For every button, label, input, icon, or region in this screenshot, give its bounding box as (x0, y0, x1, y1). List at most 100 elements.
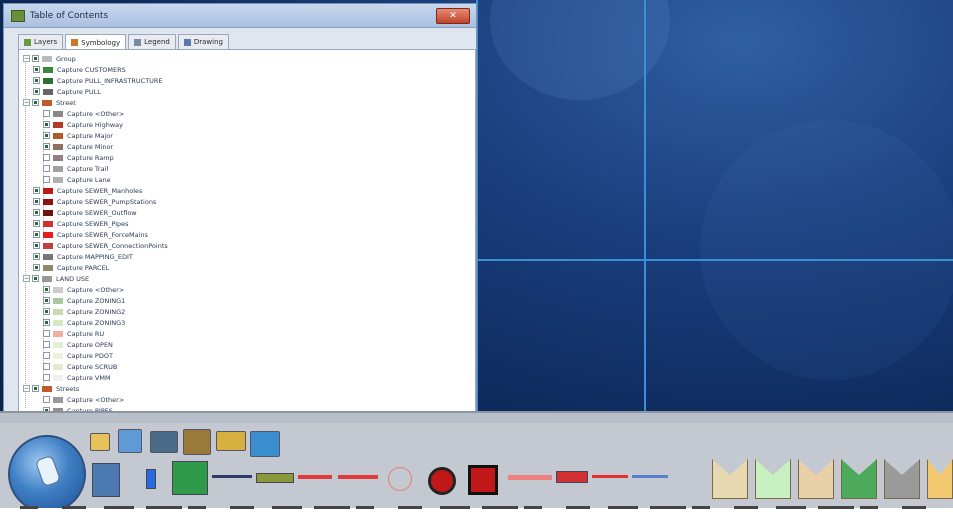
layer-row[interactable]: Capture SEWER_ConnectionPoints (33, 240, 168, 251)
layer-row[interactable]: Capture SEWER_Pipes (33, 218, 129, 229)
red-dash2-icon[interactable] (338, 475, 378, 479)
close-button[interactable]: ✕ (436, 8, 470, 24)
layer-row[interactable]: Capture Lane (43, 174, 111, 185)
green-gate-icon[interactable] (172, 461, 208, 495)
layer-visibility-checkbox[interactable] (43, 132, 50, 139)
layer-visibility-checkbox[interactable] (43, 154, 50, 161)
layer-row[interactable]: Capture RU (43, 328, 104, 339)
layer-visibility-checkbox[interactable] (43, 341, 50, 348)
layer-row[interactable]: Capture Ramp (43, 152, 114, 163)
parcel-gray-icon[interactable] (884, 459, 920, 499)
pink-line-icon[interactable] (508, 475, 552, 480)
tab-legend[interactable]: Legend (128, 34, 176, 49)
red-square-icon[interactable] (468, 465, 498, 495)
expand-toggle-icon[interactable]: − (23, 385, 30, 392)
crosshair-icon[interactable] (388, 467, 412, 491)
layer-row[interactable]: Capture SEWER_Outflow (33, 207, 137, 218)
olive-bar-icon[interactable] (256, 473, 294, 483)
layer-visibility-checkbox[interactable] (33, 220, 40, 227)
layer-visibility-checkbox[interactable] (33, 66, 40, 73)
red-circle-icon[interactable] (428, 467, 456, 495)
tab-layers[interactable]: Layers (18, 34, 64, 49)
layer-row[interactable]: Capture SEWER_PumpStations (33, 196, 156, 207)
layer-row[interactable]: Capture Minor (43, 141, 113, 152)
layer-row[interactable]: Capture <Other> (43, 284, 124, 295)
tab-symbology[interactable]: Symbology (65, 34, 127, 50)
screen-icon[interactable] (250, 431, 280, 457)
layer-visibility-checkbox[interactable] (32, 55, 39, 62)
edit-tool-icon[interactable] (183, 429, 211, 455)
layer-visibility-checkbox[interactable] (32, 275, 39, 282)
expand-toggle-icon[interactable]: − (23, 55, 30, 62)
layer-row[interactable]: Capture SEWER_ForceMains (33, 229, 148, 240)
layer-visibility-checkbox[interactable] (33, 88, 40, 95)
layer-visibility-checkbox[interactable] (33, 231, 40, 238)
layer-visibility-checkbox[interactable] (43, 165, 50, 172)
start-globe-button[interactable] (8, 435, 86, 513)
layer-visibility-checkbox[interactable] (33, 187, 40, 194)
layer-visibility-checkbox[interactable] (32, 385, 39, 392)
parcel-orange-icon[interactable] (927, 459, 953, 499)
layer-visibility-checkbox[interactable] (43, 286, 50, 293)
layer-visibility-checkbox[interactable] (43, 319, 50, 326)
layer-row[interactable]: − Street (23, 97, 76, 108)
layer-row[interactable]: Capture SCRUB (43, 361, 117, 372)
layer-visibility-checkbox[interactable] (43, 110, 50, 117)
layer-row[interactable]: Capture Highway (43, 119, 123, 130)
layer-visibility-checkbox[interactable] (43, 330, 50, 337)
layer-visibility-checkbox[interactable] (32, 99, 39, 106)
layer-row[interactable]: Capture PDOT (43, 350, 113, 361)
parcel-tan-icon[interactable] (712, 459, 748, 499)
layer-visibility-checkbox[interactable] (43, 374, 50, 381)
parcel-lightgreen-icon[interactable] (755, 459, 791, 499)
parcel-green-icon[interactable] (841, 459, 877, 499)
layer-visibility-checkbox[interactable] (33, 198, 40, 205)
layer-row[interactable]: Capture <Other> (43, 108, 124, 119)
layer-row[interactable]: Capture Major (43, 130, 113, 141)
red-dash-icon[interactable] (298, 475, 332, 479)
layer-row[interactable]: Capture CUSTOMERS (33, 64, 126, 75)
layer-visibility-checkbox[interactable] (33, 253, 40, 260)
layer-row[interactable]: Capture SEWER_Manholes (33, 185, 142, 196)
layer-row[interactable]: − Group (23, 53, 76, 64)
red-bar-icon[interactable] (556, 471, 588, 483)
person-icon[interactable] (92, 463, 120, 497)
layer-visibility-checkbox[interactable] (43, 308, 50, 315)
layer-row[interactable]: Capture ZONING3 (43, 317, 125, 328)
layer-row[interactable]: Capture ZONING2 (43, 306, 125, 317)
blue-marker-icon[interactable] (146, 469, 156, 489)
layer-tree-panel[interactable]: − Group Capture CUSTOMERS Capture PULL_INFR… (18, 49, 476, 413)
globe-tool-icon[interactable] (118, 429, 142, 453)
window-titlebar[interactable]: Table of Contents ✕ (4, 4, 476, 28)
expand-toggle-icon[interactable]: − (23, 99, 30, 106)
layer-row[interactable]: Capture PULL_INFRASTRUCTURE (33, 75, 163, 86)
layer-visibility-checkbox[interactable] (43, 396, 50, 403)
layer-row[interactable]: Capture Trail (43, 163, 108, 174)
layer-visibility-checkbox[interactable] (43, 297, 50, 304)
layer-visibility-checkbox[interactable] (33, 209, 40, 216)
red-dashline-icon[interactable] (592, 475, 628, 478)
parcel-tan2-icon[interactable] (798, 459, 834, 499)
layer-visibility-checkbox[interactable] (43, 363, 50, 370)
layer-row[interactable]: Capture VMM (43, 372, 111, 383)
folder-icon[interactable] (90, 433, 110, 451)
blue-dashline-icon[interactable] (632, 475, 668, 478)
expand-toggle-icon[interactable]: − (23, 275, 30, 282)
layer-row[interactable]: Capture MAPPING_EDIT (33, 251, 133, 262)
layer-visibility-checkbox[interactable] (43, 352, 50, 359)
layer-visibility-checkbox[interactable] (43, 143, 50, 150)
layer-row[interactable]: Capture PARCEL (33, 262, 109, 273)
layer-row[interactable]: − LAND USE (23, 273, 89, 284)
layer-row[interactable]: Capture ZONING1 (43, 295, 125, 306)
layer-row[interactable]: Capture <Other> (43, 394, 124, 405)
layer-row[interactable]: Capture OPEN (43, 339, 113, 350)
measure-icon[interactable] (150, 431, 178, 453)
layer-visibility-checkbox[interactable] (33, 242, 40, 249)
layer-row[interactable]: Capture PULL (33, 86, 101, 97)
tab-drawing[interactable]: Drawing (177, 34, 229, 49)
layer-icon[interactable] (216, 431, 246, 451)
layer-visibility-checkbox[interactable] (43, 176, 50, 183)
layer-visibility-checkbox[interactable] (33, 264, 40, 271)
line-tool-icon[interactable] (212, 475, 252, 478)
layer-row[interactable]: − Streets (23, 383, 79, 394)
